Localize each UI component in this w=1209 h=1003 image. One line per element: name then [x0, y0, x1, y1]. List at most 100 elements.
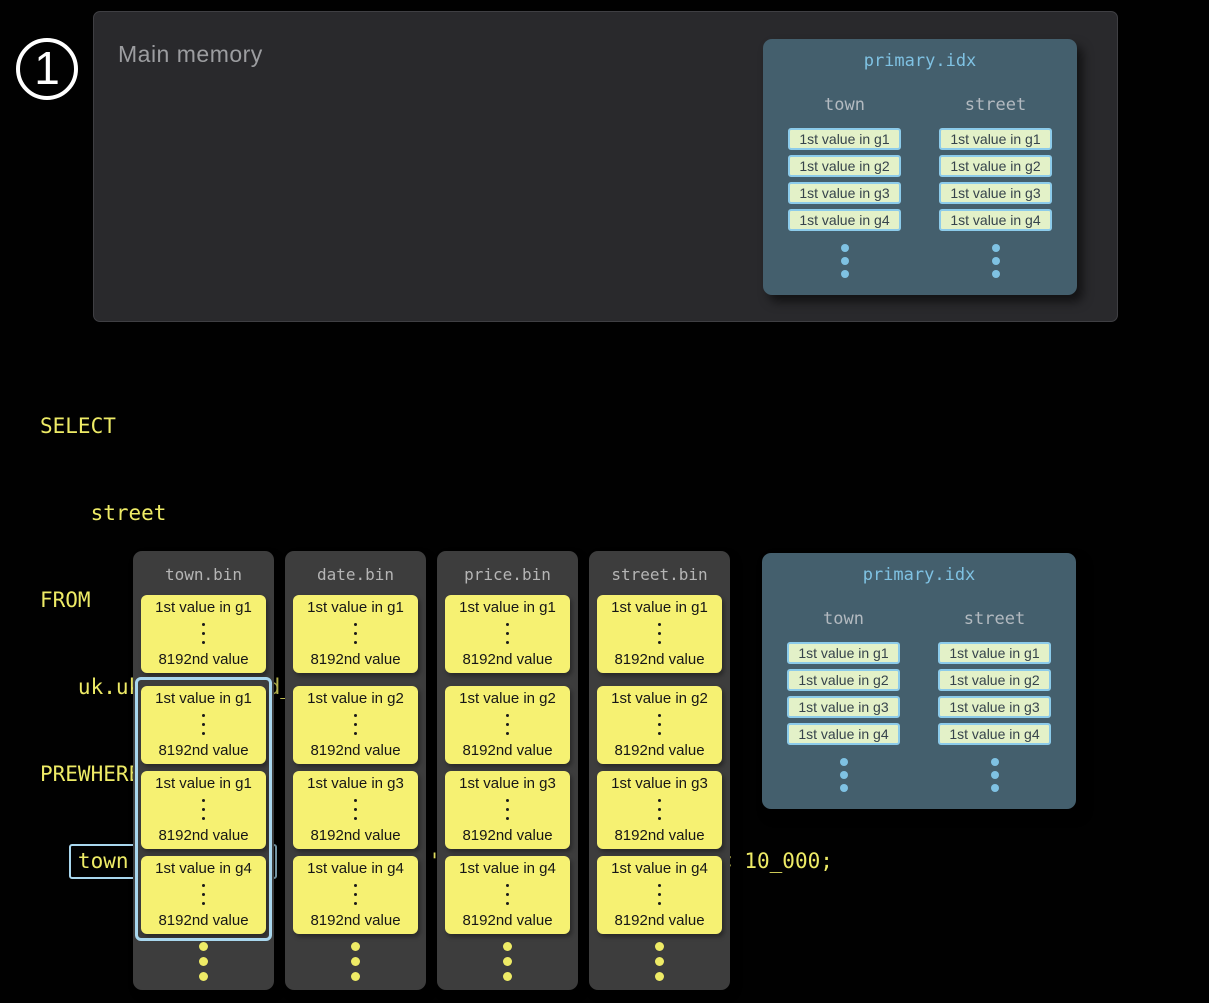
- vertical-ellipsis-icon: [506, 623, 509, 644]
- granule-last-value: 8192nd value: [614, 827, 704, 844]
- vertical-ellipsis-icon: [506, 884, 509, 905]
- bin-column-price: price.bin 1st value in g1 8192nd value 1…: [437, 551, 578, 990]
- vertical-ellipsis-icon: [354, 799, 357, 820]
- granule-first-value: 1st value in g1: [307, 599, 404, 616]
- granule-block: 1st value in g1 8192nd value: [141, 595, 266, 673]
- granule-last-value: 8192nd value: [310, 912, 400, 929]
- sql-line-select: SELECT: [40, 412, 833, 441]
- index-mark-cell: 1st value in g3: [788, 182, 901, 204]
- granule-first-value: 1st value in g2: [459, 690, 556, 707]
- vertical-ellipsis-icon: [589, 942, 730, 981]
- vertical-ellipsis-icon: [437, 942, 578, 981]
- bin-file-title: date.bin: [285, 565, 426, 584]
- granule-last-value: 8192nd value: [462, 742, 552, 759]
- granule-block: 1st value in g1 8192nd value: [293, 595, 418, 673]
- granule-block: 1st value in g2 8192nd value: [597, 686, 722, 764]
- vertical-ellipsis-icon: [133, 942, 274, 981]
- sql-line-street: street: [40, 499, 833, 528]
- index-mark-cell: 1st value in g3: [787, 696, 900, 718]
- granule-block: 1st value in g2 8192nd value: [293, 686, 418, 764]
- granule-block: 1st value in g1 8192nd value: [597, 595, 722, 673]
- vertical-ellipsis-icon: [658, 884, 661, 905]
- primary-idx-title: primary.idx: [762, 565, 1076, 585]
- index-mark-cell: 1st value in g1: [787, 642, 900, 664]
- selected-granules-outline: [135, 677, 272, 941]
- vertical-ellipsis-icon: [788, 244, 901, 278]
- column-header-town: town: [787, 609, 900, 629]
- index-mark-cell: 1st value in g3: [938, 696, 1051, 718]
- granule-first-value: 1st value in g2: [611, 690, 708, 707]
- step-number-badge: 1: [16, 38, 78, 100]
- granule-block: 1st value in g1 8192nd value: [445, 595, 570, 673]
- index-mark-cell: 1st value in g4: [788, 209, 901, 231]
- index-mark-cell: 1st value in g3: [939, 182, 1052, 204]
- vertical-ellipsis-icon: [658, 799, 661, 820]
- granule-last-value: 8192nd value: [614, 912, 704, 929]
- granule-last-value: 8192nd value: [614, 651, 704, 668]
- granule-block: 1st value in g3 8192nd value: [293, 771, 418, 849]
- index-mark-cell: 1st value in g4: [939, 209, 1052, 231]
- granule-block: 1st value in g4 8192nd value: [293, 856, 418, 934]
- granule-first-value: 1st value in g4: [307, 860, 404, 877]
- granule-last-value: 8192nd value: [310, 742, 400, 759]
- vertical-ellipsis-icon: [506, 799, 509, 820]
- granule-first-value: 1st value in g1: [155, 599, 252, 616]
- vertical-ellipsis-icon: [354, 623, 357, 644]
- bin-file-title: town.bin: [133, 565, 274, 584]
- vertical-ellipsis-icon: [354, 714, 357, 735]
- index-mark-cell: 1st value in g2: [939, 155, 1052, 177]
- main-memory-title: Main memory: [118, 41, 263, 68]
- vertical-ellipsis-icon: [202, 623, 205, 644]
- step-number: 1: [34, 45, 60, 91]
- granule-last-value: 8192nd value: [462, 651, 552, 668]
- vertical-ellipsis-icon: [658, 714, 661, 735]
- column-header-town: town: [788, 95, 901, 115]
- index-mark-cell: 1st value in g2: [787, 669, 900, 691]
- bin-column-street: street.bin 1st value in g1 8192nd value …: [589, 551, 730, 990]
- vertical-ellipsis-icon: [658, 623, 661, 644]
- granule-block: 1st value in g2 8192nd value: [445, 686, 570, 764]
- bin-file-title: street.bin: [589, 565, 730, 584]
- index-mark-cell: 1st value in g1: [788, 128, 901, 150]
- bin-column-town: town.bin 1st value in g1 8192nd value 1s…: [133, 551, 274, 990]
- granule-first-value: 1st value in g2: [307, 690, 404, 707]
- bin-column-date: date.bin 1st value in g1 8192nd value 1s…: [285, 551, 426, 990]
- primary-idx-panel-memory: primary.idx town street 1st value in g1 …: [763, 39, 1077, 295]
- granule-first-value: 1st value in g4: [611, 860, 708, 877]
- primary-idx-panel-disk: primary.idx town street 1st value in g1 …: [762, 553, 1076, 809]
- vertical-ellipsis-icon: [938, 758, 1051, 792]
- index-mark-cell: 1st value in g4: [787, 723, 900, 745]
- column-header-street: street: [938, 609, 1051, 629]
- column-header-street: street: [939, 95, 1052, 115]
- granule-last-value: 8192nd value: [158, 651, 248, 668]
- granule-last-value: 8192nd value: [462, 912, 552, 929]
- index-mark-cell: 1st value in g2: [938, 669, 1051, 691]
- granule-first-value: 1st value in g1: [459, 599, 556, 616]
- granule-last-value: 8192nd value: [310, 827, 400, 844]
- granule-block: 1st value in g4 8192nd value: [445, 856, 570, 934]
- primary-idx-title: primary.idx: [763, 51, 1077, 71]
- granule-first-value: 1st value in g3: [611, 775, 708, 792]
- granule-last-value: 8192nd value: [614, 742, 704, 759]
- index-mark-cell: 1st value in g2: [788, 155, 901, 177]
- index-mark-cell: 1st value in g4: [938, 723, 1051, 745]
- granule-block: 1st value in g3 8192nd value: [445, 771, 570, 849]
- diagram-canvas: 1 Main memory primary.idx town street 1s…: [0, 0, 1209, 1003]
- vertical-ellipsis-icon: [506, 714, 509, 735]
- granule-block: 1st value in g3 8192nd value: [597, 771, 722, 849]
- index-mark-cell: 1st value in g1: [938, 642, 1051, 664]
- vertical-ellipsis-icon: [787, 758, 900, 792]
- granule-first-value: 1st value in g3: [307, 775, 404, 792]
- vertical-ellipsis-icon: [939, 244, 1052, 278]
- granule-block: 1st value in g4 8192nd value: [597, 856, 722, 934]
- main-memory-panel: Main memory primary.idx town street 1st …: [93, 11, 1118, 322]
- granule-first-value: 1st value in g1: [611, 599, 708, 616]
- granule-first-value: 1st value in g3: [459, 775, 556, 792]
- granule-last-value: 8192nd value: [310, 651, 400, 668]
- granule-first-value: 1st value in g4: [459, 860, 556, 877]
- bin-file-title: price.bin: [437, 565, 578, 584]
- index-mark-cell: 1st value in g1: [939, 128, 1052, 150]
- vertical-ellipsis-icon: [285, 942, 426, 981]
- granule-last-value: 8192nd value: [462, 827, 552, 844]
- vertical-ellipsis-icon: [354, 884, 357, 905]
